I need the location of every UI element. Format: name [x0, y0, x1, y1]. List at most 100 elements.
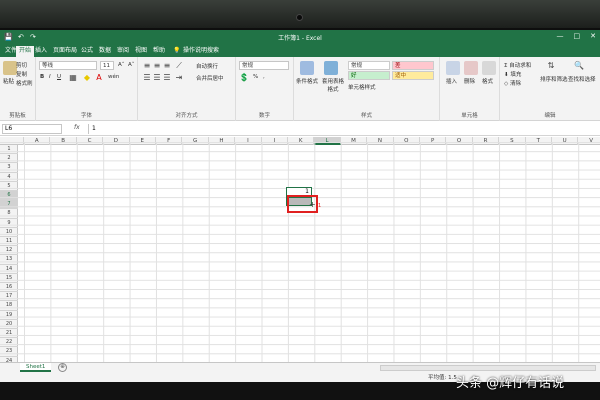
- cells-group-label: 单元格: [461, 113, 478, 119]
- worksheet-grid[interactable]: [0, 142, 600, 372]
- minimize-button[interactable]: —: [557, 32, 564, 40]
- cells-group: 插入 删除 格式 单元格: [440, 57, 500, 121]
- tab-formulas[interactable]: 公式: [78, 46, 96, 57]
- font-color-icon[interactable]: A: [94, 73, 104, 83]
- name-box[interactable]: L6: [2, 124, 62, 134]
- editing-group-label: 编辑: [544, 113, 556, 119]
- clipboard-group-label: 剪贴板: [9, 113, 26, 119]
- styles-group-label: 样式: [360, 113, 372, 119]
- device-frame: 💾 ↶ ↷ 工作簿1 - Excel — □ ✕ 文件 开始 插入 页面布局 公…: [0, 0, 600, 400]
- number-group-label: 数字: [258, 113, 270, 119]
- fill-handle-cursor-icon[interactable]: +: [309, 200, 316, 209]
- insert-cells-button[interactable]: 插入: [446, 77, 457, 85]
- autosum-label: 自动求和: [509, 63, 532, 69]
- borders-icon[interactable]: ▦: [68, 73, 78, 83]
- table-format-icon[interactable]: [324, 61, 338, 75]
- grow-font-button[interactable]: A˄: [118, 62, 125, 68]
- align-middle-icon[interactable]: ≡: [152, 61, 162, 71]
- sort-filter-button[interactable]: 排序和筛选: [540, 75, 568, 83]
- watermark: 头条 @辉仔有话说: [456, 376, 565, 391]
- alignment-group: ≡ ≡ ≡ ⟋ ☰ ☰ ☰ ⇥ 自动换行 合并后居中 对齐方式: [138, 57, 236, 121]
- comma-button[interactable]: ,: [263, 74, 265, 80]
- clear-label: 清除: [509, 81, 521, 87]
- delete-cells-button[interactable]: 删除: [464, 77, 475, 85]
- fill-button[interactable]: ⬇ 填充: [504, 70, 521, 78]
- align-right-icon[interactable]: ☰: [162, 73, 172, 83]
- font-group: 等线 11 A˄ A˅ B I U ▦ ◆ A wén 字体: [36, 57, 138, 121]
- indent-icon[interactable]: ⇥: [174, 73, 184, 83]
- tab-view[interactable]: 视图: [132, 46, 150, 57]
- phonetic-button[interactable]: wén: [108, 74, 119, 80]
- find-select-icon[interactable]: 🔍: [574, 61, 584, 71]
- style-bad[interactable]: 差: [392, 61, 434, 70]
- number-format-select[interactable]: 常规: [239, 61, 289, 70]
- format-painter-button[interactable]: 格式刷: [16, 79, 33, 87]
- fill-label: 填充: [510, 72, 522, 78]
- tab-data[interactable]: 数据: [96, 46, 114, 57]
- tab-review[interactable]: 审阅: [114, 46, 132, 57]
- close-button[interactable]: ✕: [590, 32, 596, 40]
- sheet-tab-bar: Sheet1 ⊕: [0, 362, 600, 372]
- delete-cells-icon[interactable]: [464, 61, 478, 75]
- font-size-select[interactable]: 11: [100, 61, 114, 70]
- top-bezel: [0, 0, 600, 28]
- formula-bar: L6 fx 1: [0, 122, 600, 136]
- percent-button[interactable]: %: [253, 74, 258, 80]
- align-top-icon[interactable]: ≡: [142, 61, 152, 71]
- window-controls: — □ ✕: [557, 32, 597, 40]
- orientation-icon[interactable]: ⟋: [174, 61, 184, 71]
- clipboard-group: 粘贴 剪切 复制 格式刷 剪贴板: [0, 57, 36, 121]
- table-format-button[interactable]: 套用表格格式: [320, 77, 346, 93]
- fx-icon[interactable]: fx: [74, 124, 80, 131]
- add-sheet-button[interactable]: ⊕: [58, 363, 67, 372]
- camera-icon: [296, 14, 303, 21]
- number-group: 常规 💲 % , 数字: [236, 57, 294, 121]
- style-neutral[interactable]: 适中: [392, 71, 434, 80]
- autosum-button[interactable]: Σ 自动求和: [504, 61, 531, 69]
- formula-input[interactable]: 1: [88, 124, 596, 134]
- tab-insert[interactable]: 插入: [32, 46, 50, 57]
- align-center-icon[interactable]: ☰: [152, 73, 162, 83]
- ribbon-tabs: 文件 开始 插入 页面布局 公式 数据 审阅 视图 帮助 💡 操作说明搜索: [0, 44, 600, 57]
- maximize-button[interactable]: □: [574, 32, 581, 40]
- cell-style-button[interactable]: 单元格样式: [348, 83, 376, 91]
- paste-label[interactable]: 粘贴: [3, 77, 14, 85]
- conditional-format-icon[interactable]: [300, 61, 314, 75]
- status-average: 平均值: 1.5: [428, 375, 457, 381]
- wrap-text-button[interactable]: 自动换行: [196, 62, 218, 70]
- conditional-format-button[interactable]: 条件格式: [296, 77, 318, 85]
- insert-cells-icon[interactable]: [446, 61, 460, 75]
- shrink-font-button[interactable]: A˅: [128, 62, 135, 68]
- title-bar: 💾 ↶ ↷ 工作簿1 - Excel — □ ✕: [0, 30, 600, 44]
- clear-button[interactable]: ◇ 清除: [504, 79, 521, 87]
- tab-page-layout[interactable]: 页面布局: [50, 46, 80, 57]
- cut-button[interactable]: 剪切: [16, 61, 27, 69]
- excel-window: 💾 ↶ ↷ 工作簿1 - Excel — □ ✕ 文件 开始 插入 页面布局 公…: [0, 30, 600, 382]
- fill-color-icon[interactable]: ◆: [82, 73, 92, 83]
- sort-filter-icon[interactable]: ⇅: [546, 61, 556, 71]
- editing-group: Σ 自动求和 ⬇ 填充 ◇ 清除 ⇅ 排序和筛选 🔍 查找和选择 编辑: [500, 57, 600, 121]
- alignment-group-label: 对齐方式: [175, 113, 198, 119]
- copy-button[interactable]: 复制: [16, 70, 27, 78]
- font-group-label: 字体: [80, 113, 92, 119]
- horizontal-scrollbar[interactable]: [380, 365, 596, 371]
- tell-me-search[interactable]: 操作说明搜索: [180, 46, 222, 57]
- align-left-icon[interactable]: ☰: [142, 73, 152, 83]
- merge-center-button[interactable]: 合并后居中: [196, 74, 224, 82]
- sheet-tab-sheet1[interactable]: Sheet1: [20, 363, 52, 372]
- font-name-select[interactable]: 等线: [39, 61, 97, 70]
- currency-icon[interactable]: 💲: [239, 73, 249, 83]
- style-good[interactable]: 好: [348, 71, 390, 80]
- style-normal[interactable]: 常规: [348, 61, 390, 70]
- format-cells-button[interactable]: 格式: [482, 77, 493, 85]
- find-select-button[interactable]: 查找和选择: [568, 75, 596, 83]
- window-title: 工作簿1 - Excel: [278, 35, 322, 42]
- format-cells-icon[interactable]: [482, 61, 496, 75]
- paste-icon[interactable]: [3, 61, 17, 75]
- italic-button[interactable]: I: [49, 74, 51, 80]
- underline-button[interactable]: U: [57, 74, 61, 80]
- bold-button[interactable]: B: [40, 74, 44, 80]
- align-bottom-icon[interactable]: ≡: [162, 61, 172, 71]
- fill-tooltip: 1: [318, 203, 322, 209]
- tab-help[interactable]: 帮助: [150, 46, 168, 57]
